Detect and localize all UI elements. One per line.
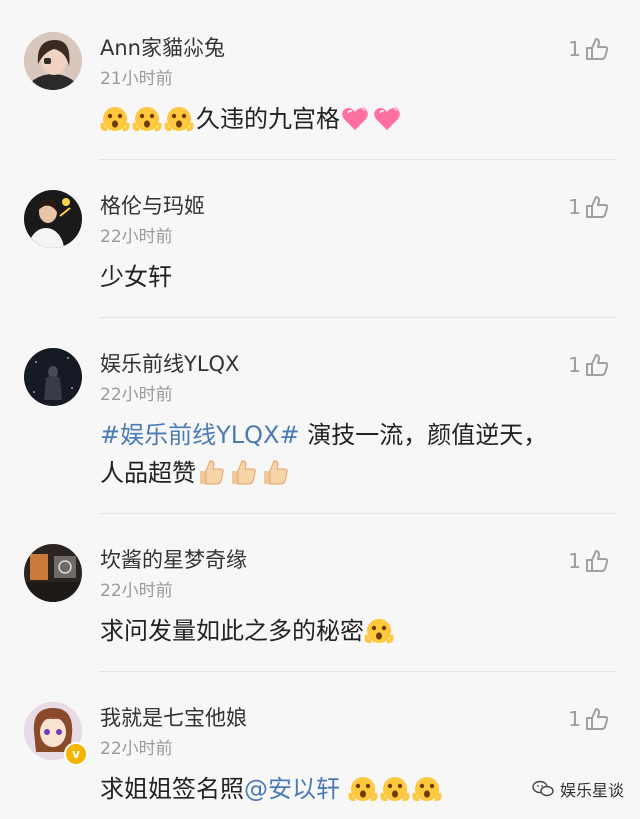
- shocked-face-emoji-icon: [132, 103, 162, 133]
- thumbs-up-outline-icon: [584, 36, 610, 62]
- comment-item: Ann家貓尛兔 21小时前 1 久违的九宫格: [0, 4, 640, 160]
- pink-heart-emoji-icon: [372, 103, 402, 133]
- mention-link[interactable]: @安以轩: [244, 775, 340, 803]
- like-count: 1: [568, 707, 581, 731]
- username[interactable]: 格伦与玛姬: [100, 190, 205, 220]
- username[interactable]: 坎酱的星梦奇缘: [100, 544, 247, 574]
- comment-text: 久违的九宫格: [100, 100, 600, 138]
- like-button[interactable]: 1: [568, 704, 610, 734]
- like-count: 1: [568, 353, 581, 377]
- like-button[interactable]: 1: [568, 350, 610, 380]
- like-button[interactable]: 1: [568, 34, 610, 64]
- divider: [100, 671, 616, 672]
- like-count: 1: [568, 549, 581, 573]
- avatar[interactable]: [24, 544, 82, 602]
- username[interactable]: Ann家貓尛兔: [100, 32, 225, 62]
- comment-text-body: 久违的九宫格: [196, 105, 340, 133]
- thumbs-up-emoji-icon: [260, 457, 290, 487]
- divider: [100, 159, 616, 160]
- watermark-label: 娱乐星谈: [559, 781, 624, 800]
- avatar[interactable]: [24, 190, 82, 248]
- shocked-face-emoji-icon: [348, 773, 378, 803]
- shocked-face-emoji-icon: [364, 615, 394, 645]
- comment-text-body: 演技一流，颜值逆天，: [299, 421, 548, 449]
- timestamp: 21小时前: [100, 69, 173, 89]
- thumbs-up-emoji-icon: [196, 457, 226, 487]
- comment-text: 少女轩: [100, 263, 172, 291]
- thumbs-up-outline-icon: [584, 548, 610, 574]
- comment-feed: Ann家貓尛兔 21小时前 1 久违的九宫格 格伦与玛姬 22小时前 1 少女轩…: [0, 0, 640, 819]
- comment-text-body: 求问发量如此之多的秘密: [100, 617, 364, 645]
- username[interactable]: 我就是七宝他娘: [100, 702, 247, 732]
- avatar[interactable]: [24, 32, 82, 90]
- thumbs-up-outline-icon: [584, 352, 610, 378]
- comment-item: 娱乐前线YLQX 22小时前 1 #娱乐前线YLQX# 演技一流，颜值逆天， 人…: [0, 320, 640, 514]
- comment-item: 坎酱的星梦奇缘 22小时前 1 求问发量如此之多的秘密: [0, 516, 640, 672]
- like-button[interactable]: 1: [568, 546, 610, 576]
- like-count: 1: [568, 37, 581, 61]
- hashtag-link[interactable]: #娱乐前线YLQX#: [100, 421, 300, 449]
- shocked-face-emoji-icon: [412, 773, 442, 803]
- shocked-face-emoji-icon: [164, 103, 194, 133]
- comment-item: 格伦与玛姬 22小时前 1 少女轩: [0, 162, 640, 318]
- avatar[interactable]: [24, 348, 82, 406]
- timestamp: 22小时前: [100, 739, 173, 759]
- comment-text: 求姐姐签名照@安以轩: [100, 770, 600, 808]
- divider: [100, 317, 616, 318]
- thumbs-up-outline-icon: [584, 706, 610, 732]
- username[interactable]: 娱乐前线YLQX: [100, 348, 239, 378]
- timestamp: 22小时前: [100, 227, 173, 247]
- timestamp: 22小时前: [100, 385, 173, 405]
- like-button[interactable]: 1: [568, 192, 610, 222]
- pink-heart-emoji-icon: [340, 103, 370, 133]
- comment-text: 求问发量如此之多的秘密: [100, 612, 600, 650]
- like-count: 1: [568, 195, 581, 219]
- comment-text-body: 求姐姐签名照: [100, 775, 244, 803]
- comment-text-line2: 人品超赞: [100, 459, 196, 487]
- timestamp: 22小时前: [100, 581, 173, 601]
- shocked-face-emoji-icon: [380, 773, 410, 803]
- thumbs-up-outline-icon: [584, 194, 610, 220]
- thumbs-up-emoji-icon: [228, 457, 258, 487]
- watermark: 娱乐星谈: [532, 777, 624, 801]
- verified-badge-icon: v: [64, 742, 88, 766]
- comment-text: #娱乐前线YLQX# 演技一流，颜值逆天， 人品超赞: [100, 416, 600, 492]
- wechat-icon: [532, 780, 554, 798]
- divider: [100, 513, 616, 514]
- shocked-face-emoji-icon: [100, 103, 130, 133]
